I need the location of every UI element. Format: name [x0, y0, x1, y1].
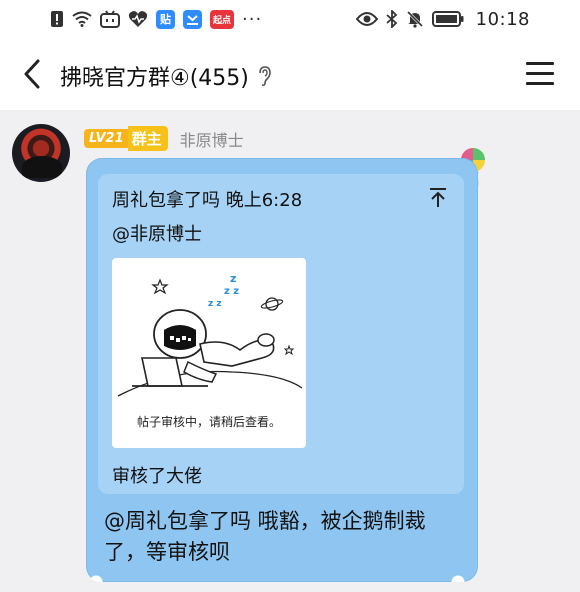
more-notifications-icon: ···: [242, 8, 263, 30]
quote-text: 审核了大佬: [112, 466, 202, 487]
eye-icon: [355, 11, 378, 27]
reviewing-placeholder-image[interactable]: z z z z z 帖子审核中，请稍后查看。: [112, 258, 306, 448]
sender-name[interactable]: 非原博士: [180, 127, 244, 151]
image-caption: 帖子审核中，请稍后查看。: [136, 415, 281, 429]
avatar[interactable]: [12, 124, 70, 182]
bubble-cloud-decoration: [86, 568, 478, 582]
bilibili-icon: [100, 10, 120, 28]
svg-text:z z: z z: [208, 299, 222, 309]
battery-icon: [431, 11, 464, 27]
back-button[interactable]: [14, 56, 50, 92]
mute-icon: [406, 10, 424, 28]
message-bubble[interactable]: 周礼包拿了吗 晚上6:28 @非原博士 z z z z z 帖子审核中，请稍后查…: [86, 158, 478, 582]
group-title[interactable]: 拂晓官方群④(455): [60, 60, 271, 92]
alert-icon: [50, 10, 64, 28]
svg-text:z: z: [230, 272, 236, 285]
sender-info: LV21 群主 非原博士: [84, 126, 244, 151]
role-badge: 群主: [127, 126, 168, 151]
menu-button[interactable]: [526, 62, 554, 88]
heart-rate-icon: [128, 10, 148, 28]
quoted-message[interactable]: 周礼包拿了吗 晚上6:28 @非原博士 z z z z z 帖子审核中，请稍后查…: [98, 174, 464, 494]
shopping-app-icon: [183, 9, 202, 29]
menu-icon-line: [526, 82, 554, 85]
level-badge: LV21: [84, 129, 128, 148]
ear-icon: [257, 65, 271, 87]
clock: 10:18: [475, 8, 530, 30]
qidian-app-icon: 起点: [210, 9, 234, 29]
bluetooth-icon: [386, 10, 398, 28]
arrow-up-to-top-icon: [430, 188, 446, 207]
tieba-app-icon: 贴: [156, 9, 175, 29]
quote-header: 周礼包拿了吗 晚上6:28: [112, 190, 303, 211]
chat-area[interactable]: LV21 群主 非原博士 周礼包拿了吗 晚上6:28 @非原博士 z z z z…: [0, 110, 580, 592]
chevron-left-icon: [24, 59, 40, 89]
menu-icon-line: [526, 62, 554, 65]
message-text: @周礼包拿了吗 哦豁，被企鹅制裁了，等审核呗: [104, 509, 426, 564]
status-bar: 贴 起点 ··· 10:18: [0, 0, 580, 38]
menu-icon-line: [526, 72, 554, 75]
status-bar-left: 贴 起点 ···: [50, 8, 262, 30]
wifi-icon: [72, 11, 92, 27]
svg-text:z z: z z: [224, 286, 239, 297]
sleeping-astronaut-illustration: z z z z z: [117, 272, 303, 397]
title-bar: 拂晓官方群④(455): [0, 38, 580, 110]
status-bar-right: 10:18: [355, 8, 530, 30]
jump-to-quote-button[interactable]: [426, 186, 450, 210]
quote-mention[interactable]: @非原博士: [112, 220, 202, 246]
page-title: 拂晓官方群④(455): [60, 66, 249, 91]
